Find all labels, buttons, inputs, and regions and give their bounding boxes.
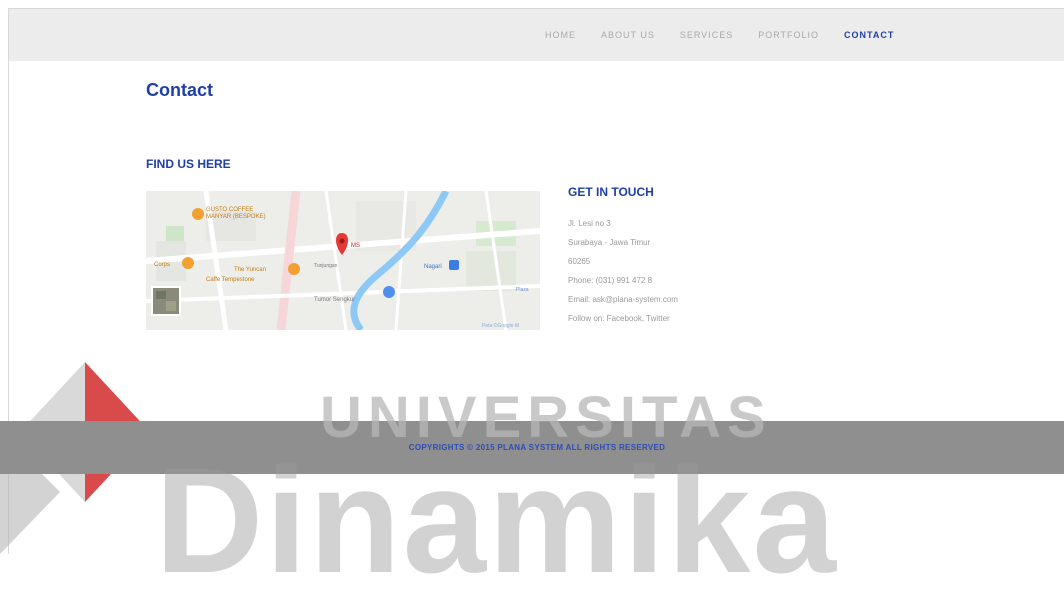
map-label: Tunjungan xyxy=(314,263,338,269)
nav-home[interactable]: HOME xyxy=(545,30,576,40)
nav-services[interactable]: SERVICES xyxy=(680,30,733,40)
place-marker-icon[interactable] xyxy=(383,286,395,298)
map-label: Tumor Sengkur xyxy=(314,297,355,303)
map-label: Plaza xyxy=(516,287,529,293)
map-label: MS xyxy=(351,243,360,249)
city-line: Surabaya - Jawa Timur xyxy=(568,238,651,247)
map-credit: Peta ©Google M xyxy=(482,322,519,329)
postal-code: 60265 xyxy=(568,257,591,266)
map-label: The Yuncan xyxy=(234,267,266,273)
address-line: Jl. Lesi no 3 xyxy=(568,219,611,228)
social-line: Follow on: Facebook, Twitter xyxy=(568,314,670,323)
embedded-map[interactable]: GUSTO COFFEE MANYAR (BESPOKE) MS The Yun… xyxy=(146,191,540,330)
coffee-marker-icon[interactable] xyxy=(192,208,204,220)
contact-details: Jl. Lesi no 3 Surabaya - Jawa Timur 6026… xyxy=(568,214,768,328)
top-navbar: HOME ABOUT US SERVICES PORTFOLIO CONTACT xyxy=(9,9,1064,61)
transit-marker-icon[interactable] xyxy=(449,260,459,270)
email-line: Email: ask@plana-system.com xyxy=(568,295,678,304)
page-title: Contact xyxy=(146,80,213,100)
phone-line: Phone: (031) 991 472 8 xyxy=(568,276,653,285)
map-label: Nagari xyxy=(424,264,442,270)
map-label: GUSTO COFFEE xyxy=(206,207,253,213)
find-us-heading: FIND US HERE xyxy=(146,157,231,171)
map-label: Corps xyxy=(154,262,170,268)
map-graphic[interactable]: GUSTO COFFEE MANYAR (BESPOKE) MS The Yun… xyxy=(146,191,540,330)
get-in-touch-heading: GET IN TOUCH xyxy=(568,185,654,199)
food-marker-icon[interactable] xyxy=(288,263,300,275)
watermark-brand: Dinamika xyxy=(155,436,838,604)
main-nav: HOME ABOUT US SERVICES PORTFOLIO CONTACT xyxy=(545,9,919,61)
map-label: Caffe Tempestone xyxy=(206,277,255,283)
nav-about-us[interactable]: ABOUT US xyxy=(601,30,655,40)
nav-contact[interactable]: CONTACT xyxy=(844,30,894,40)
nav-portfolio[interactable]: PORTFOLIO xyxy=(758,30,819,40)
footer-copyright: COPYRIGHTS © 2015 PLANA SYSTEM ALL RIGHT… xyxy=(408,443,666,452)
map-label: MANYAR (BESPOKE) xyxy=(206,214,266,220)
food-marker-icon[interactable] xyxy=(182,257,194,269)
browser-frame: HOME ABOUT US SERVICES PORTFOLIO CONTACT… xyxy=(0,0,1064,595)
